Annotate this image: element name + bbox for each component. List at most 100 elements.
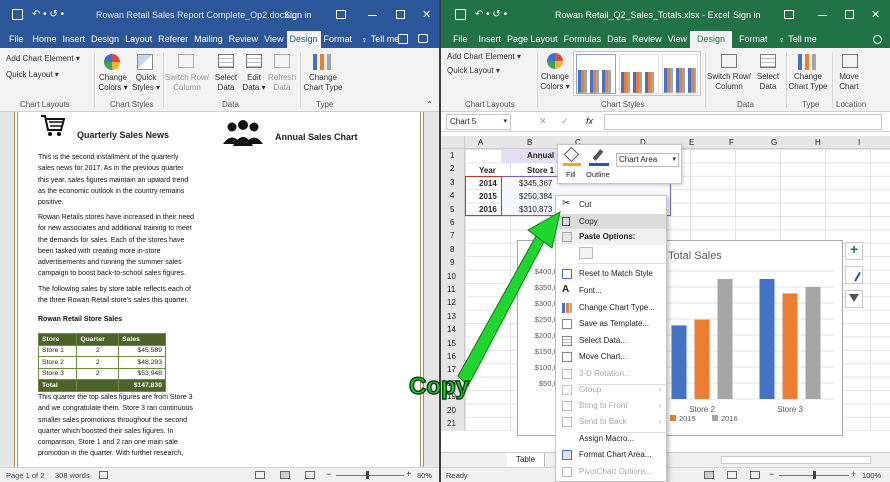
select-all-corner[interactable]	[441, 136, 465, 149]
word-tab-view[interactable]: View	[261, 31, 286, 48]
word-tab-chart-format[interactable]: Format	[321, 31, 356, 48]
document-page[interactable]: Quarterly Sales News Annual Sales Chart …	[14, 112, 424, 467]
proofing-icon[interactable]	[99, 471, 108, 479]
enter-icon[interactable]: ✓	[561, 116, 569, 127]
name-box[interactable]: Chart 5 ▾	[446, 114, 511, 130]
word-tab-mailings[interactable]: Mailing	[191, 31, 226, 48]
word-tab-file[interactable]: File	[0, 31, 30, 48]
excel-select-data-button[interactable]: Select Data	[754, 72, 782, 92]
column-header-a[interactable]: A	[478, 136, 483, 149]
cell-b1[interactable]: Annual	[527, 149, 554, 162]
excel-minimize-icon[interactable]	[818, 15, 827, 16]
chart-title[interactable]: Total Sales	[668, 250, 722, 262]
chart-style-thumb-1[interactable]	[576, 54, 616, 94]
row-header-8[interactable]: 8	[450, 243, 454, 256]
column-header-f[interactable]: F	[729, 136, 734, 149]
row-header-12[interactable]: 12	[447, 296, 456, 309]
menu-item-select-data[interactable]: Select Data...	[556, 333, 666, 349]
horizontal-scrollbar[interactable]	[721, 456, 871, 464]
word-save-icon[interactable]	[12, 9, 23, 20]
word-qat[interactable]: ↶ • ↺ •	[32, 9, 64, 20]
column-header-g[interactable]: G	[771, 136, 777, 149]
cell-b4[interactable]: $250,384	[519, 190, 552, 203]
word-word-count[interactable]: 308 words	[55, 471, 90, 480]
word-zoom-level[interactable]: 80%	[417, 471, 432, 480]
word-page-count[interactable]: Page 1 of 2	[6, 471, 44, 480]
word-comments-icon[interactable]	[418, 34, 428, 43]
chart-style-thumb-3[interactable]	[662, 54, 698, 94]
menu-item-save-template[interactable]: Save as Template...	[556, 316, 666, 332]
row-header-1[interactable]: 1	[450, 149, 454, 162]
cell-b5[interactable]: $310,873	[519, 203, 552, 216]
cell-b3[interactable]: $345,367	[519, 177, 552, 190]
bar-2014-store-2[interactable]	[671, 325, 687, 399]
move-chart-button[interactable]: Move Chart	[835, 72, 863, 92]
chart-elements-button[interactable]: +	[845, 241, 863, 260]
collapse-ribbon-icon[interactable]: ⌃	[426, 100, 433, 109]
word-tab-references[interactable]: Referer	[155, 31, 191, 48]
cancel-icon[interactable]: ✕	[539, 116, 547, 127]
word-sign-in[interactable]: Sign in	[284, 10, 312, 20]
chart-element-dropdown[interactable]: Chart Area ▾	[616, 153, 679, 167]
menu-item-reset-style[interactable]: Reset to Match Style	[556, 266, 666, 282]
chart-filters-button[interactable]	[845, 290, 863, 308]
row-header-5[interactable]: 5	[450, 203, 454, 216]
excel-quick-layout-button[interactable]: Quick Layout ▾	[447, 66, 500, 76]
menu-item-format-chart-area[interactable]: Format Chart Area...	[556, 447, 666, 463]
column-header-i[interactable]: I	[858, 136, 860, 149]
chart-styles-button[interactable]	[845, 266, 863, 284]
normal-view-icon[interactable]	[704, 471, 714, 479]
excel-zoom-level[interactable]: 100%	[862, 471, 881, 480]
menu-item-font[interactable]: A Font...	[556, 283, 666, 299]
chart-style-thumb-2[interactable]	[619, 54, 659, 94]
bar-2015-store-3[interactable]	[782, 293, 798, 399]
word-share-icon[interactable]	[398, 34, 408, 44]
word-tab-review[interactable]: Review	[226, 31, 262, 48]
print-layout-icon[interactable]	[280, 471, 290, 479]
word-minimize-icon[interactable]	[368, 15, 377, 16]
chart-styles-gallery[interactable]	[573, 51, 701, 96]
excel-zoom-in-icon[interactable]: +	[851, 469, 856, 479]
edit-data-button[interactable]: Edit Data ▾	[240, 73, 268, 93]
menu-item-move-chart[interactable]: Move Chart...	[556, 349, 666, 365]
add-chart-element-button[interactable]: Add Chart Element ▾	[6, 54, 80, 64]
change-chart-type-button[interactable]: Change Chart Type	[303, 73, 343, 93]
excel-tab-formulas[interactable]: Formulas	[561, 31, 605, 48]
bar-2016-store-2[interactable]	[717, 279, 733, 399]
column-header-h[interactable]: H	[815, 136, 821, 149]
word-zoom-thumb[interactable]	[366, 471, 369, 479]
row-header-20[interactable]: 20	[447, 404, 456, 417]
page-break-view-icon[interactable]	[750, 471, 760, 479]
outline-button[interactable]: Outline	[586, 148, 614, 182]
page-layout-view-icon[interactable]	[727, 471, 737, 479]
cell-b2[interactable]: Store 1	[527, 164, 554, 177]
word-maximize-icon[interactable]	[396, 10, 405, 19]
word-tab-design[interactable]: Design	[88, 31, 122, 48]
quick-styles-button[interactable]: Quick Styles ▾	[131, 73, 161, 93]
excel-ribbon-display-icon[interactable]	[784, 10, 794, 19]
excel-maximize-icon[interactable]	[845, 10, 854, 19]
excel-tell-me[interactable]: Tell me	[785, 31, 820, 48]
excel-tab-data[interactable]: Data	[604, 31, 629, 48]
excel-zoom-out-icon[interactable]: −	[769, 469, 774, 479]
bar-2016-store-3[interactable]	[805, 287, 821, 399]
excel-save-icon[interactable]	[455, 9, 466, 20]
menu-item-assign-macro[interactable]: Assign Macro...	[556, 431, 666, 447]
row-header-11[interactable]: 11	[447, 283, 455, 296]
row-header-4[interactable]: 4	[450, 189, 454, 202]
column-header-b[interactable]: B	[527, 136, 532, 149]
web-layout-icon[interactable]	[305, 471, 315, 479]
menu-item-copy[interactable]: Copy	[556, 214, 666, 230]
zoom-in-icon[interactable]: +	[406, 469, 411, 479]
excel-close-icon[interactable]: ✕	[871, 8, 880, 21]
formula-input[interactable]	[604, 114, 882, 130]
excel-zoom-thumb[interactable]	[813, 471, 816, 479]
row-header-3[interactable]: 3	[450, 176, 454, 189]
bar-2015-store-2[interactable]	[694, 319, 710, 399]
fill-button[interactable]: Fill	[561, 146, 583, 182]
row-header-13[interactable]: 13	[447, 310, 456, 323]
word-tab-chart-design[interactable]: Design	[286, 31, 321, 48]
excel-sign-in[interactable]: Sign in	[733, 10, 761, 20]
bar-2014-store-3[interactable]	[759, 279, 775, 399]
row-header-15[interactable]: 15	[447, 337, 456, 350]
